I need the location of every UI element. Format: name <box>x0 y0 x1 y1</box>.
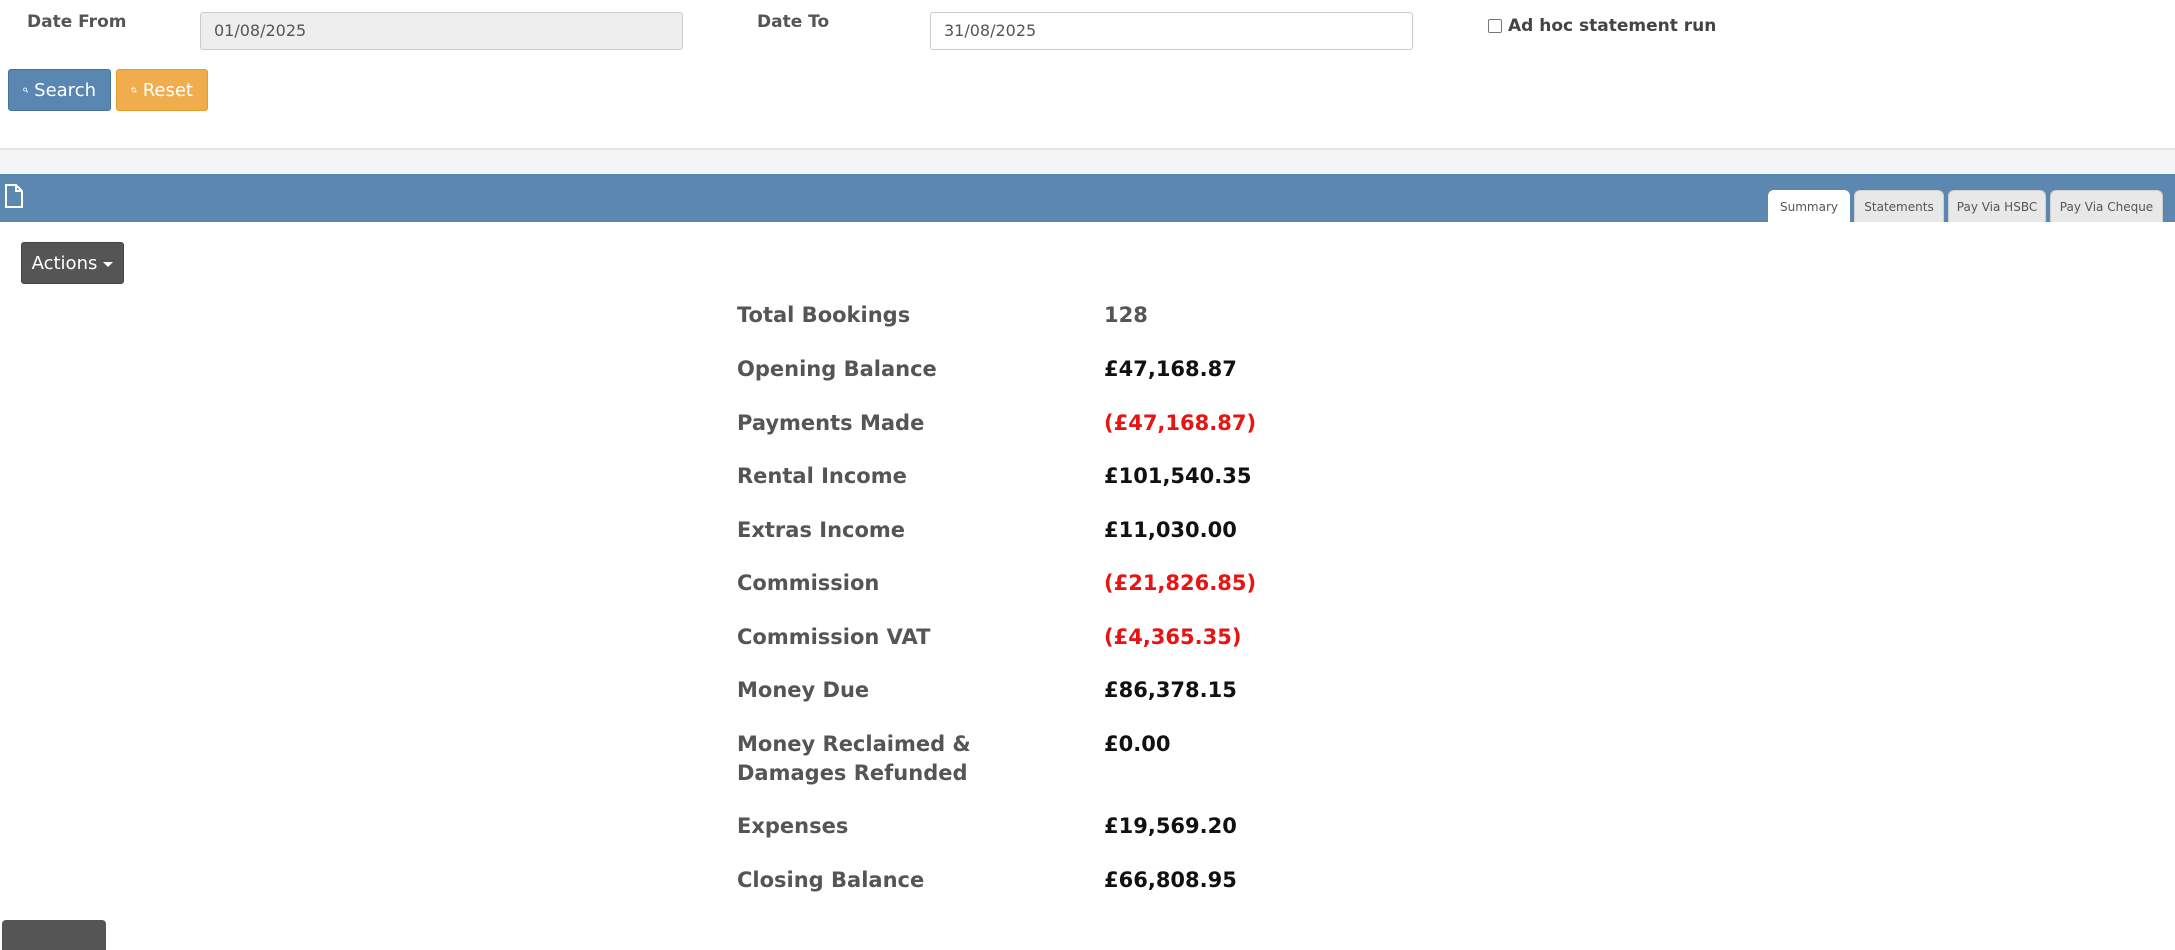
spacer-band <box>0 150 2175 174</box>
tab-statements-label: Statements <box>1864 199 1934 214</box>
summary-value: (£4,365.35) <box>1104 625 1242 649</box>
search-button-label: Search <box>34 79 96 101</box>
summary-value: £11,030.00 <box>1104 518 1237 542</box>
summary-label: Payments Made <box>737 411 925 435</box>
panel-header: Summary Statements Pay Via HSBC Pay Via … <box>0 174 2175 222</box>
search-button[interactable]: Search <box>8 69 111 111</box>
bottom-button[interactable] <box>2 920 106 950</box>
tab-pay-via-hsbc[interactable]: Pay Via HSBC <box>1948 190 2046 222</box>
search-icon <box>23 87 29 93</box>
tab-summary[interactable]: Summary <box>1768 190 1850 222</box>
summary-label: Opening Balance <box>737 357 937 381</box>
document-icon <box>5 184 23 208</box>
summary-label: Money Due <box>737 678 870 702</box>
summary-label: Closing Balance <box>737 868 925 892</box>
reset-button-label: Reset <box>142 79 193 101</box>
tab-pay-via-hsbc-label: Pay Via HSBC <box>1956 199 2038 214</box>
summary-label: Money Reclaimed & Damages Refunded <box>737 732 971 785</box>
date-to-label: Date To <box>757 12 830 32</box>
adhoc-statement-run[interactable]: Ad hoc statement run <box>1488 16 1716 36</box>
tab-summary-label: Summary <box>1780 199 1838 214</box>
caret-down-icon <box>103 262 114 267</box>
actions-dropdown-button[interactable]: Actions <box>21 242 124 284</box>
date-from-label: Date From <box>27 12 127 32</box>
summary-value: £86,378.15 <box>1104 678 1237 702</box>
summary-label: Commission VAT <box>737 625 931 649</box>
summary-value: £47,168.87 <box>1104 357 1237 381</box>
summary-value: 128 <box>1104 303 1148 327</box>
summary-value: £66,808.95 <box>1104 868 1237 892</box>
date-to-input[interactable]: 31/08/2025 <box>930 12 1413 50</box>
summary-value: £101,540.35 <box>1104 464 1252 488</box>
summary-label: Total Bookings <box>737 303 911 327</box>
summary-value: £0.00 <box>1104 732 1171 756</box>
summary-label: Rental Income <box>737 464 907 488</box>
tab-statements[interactable]: Statements <box>1854 190 1944 222</box>
summary-value: (£21,826.85) <box>1104 571 1257 595</box>
filter-area: Date From 01/08/2025 Date To 31/08/2025 … <box>0 0 2175 150</box>
summary-label: Expenses <box>737 814 849 838</box>
date-from-input[interactable]: 01/08/2025 <box>200 12 683 50</box>
summary-label: Extras Income <box>737 518 906 542</box>
adhoc-checkbox[interactable] <box>1488 19 1502 33</box>
tab-pay-via-cheque[interactable]: Pay Via Cheque <box>2050 190 2163 222</box>
tab-pay-via-cheque-label: Pay Via Cheque <box>2059 199 2154 214</box>
reset-button[interactable]: Reset <box>116 69 208 111</box>
summary-value: £19,569.20 <box>1104 814 1237 838</box>
refresh-icon <box>131 87 137 93</box>
adhoc-label: Ad hoc statement run <box>1508 16 1717 36</box>
summary-value: (£47,168.87) <box>1104 411 1257 435</box>
actions-button-label: Actions <box>31 252 98 274</box>
summary-label: Commission <box>737 571 880 595</box>
